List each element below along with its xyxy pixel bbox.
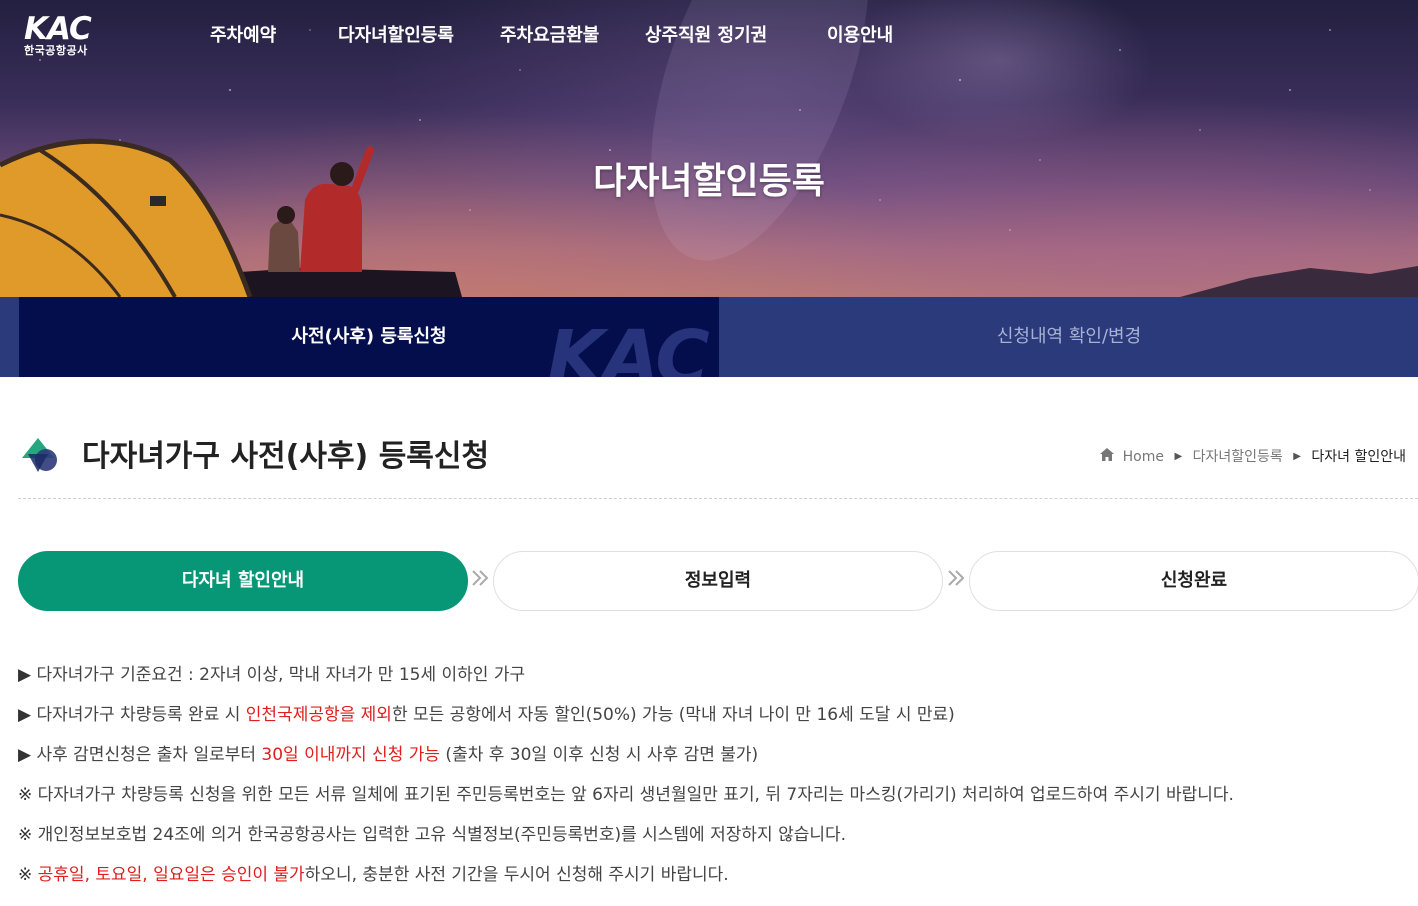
nav-item-parking-reservation[interactable]: 주차예약 (210, 24, 276, 48)
step-label: 신청완료 (1160, 570, 1228, 591)
tab-label-inactive: 신청내역 확인/변경 (996, 326, 1142, 347)
hills-shape (1180, 266, 1418, 297)
breadcrumb-arrow-icon: ▶ (1174, 451, 1183, 462)
nav-item-parking-refund[interactable]: 주차요금환불 (500, 24, 599, 48)
logo-mark: KAC (24, 11, 92, 47)
hero-title: 다자녀할인등록 (593, 161, 825, 202)
logo-subtext: 한국공항공사 (24, 44, 88, 57)
breadcrumb: Home ▶ 다자녀할인등록 ▶ 다자녀 할인안내 (1100, 446, 1406, 468)
sub-tab-bar: KAC 사전(사후) 등록신청 신청내역 확인/변경 (0, 297, 1418, 377)
highlight-text: 30일 이내까지 신청 가능 (261, 745, 441, 765)
notice-item: ※ 개인정보보호법 24조에 의거 한국공항공사는 입력한 고유 식별정보(주민… (18, 825, 847, 845)
double-chevron-icon (946, 568, 968, 594)
rock-shape (235, 268, 462, 297)
tab-pre-post-registration[interactable]: KAC 사전(사후) 등록신청 (19, 297, 719, 377)
breadcrumb-level1[interactable]: 다자녀할인등록 (1193, 446, 1283, 468)
page-header: 다자녀가구 사전(사후) 등록신청 Home ▶ 다자녀할인등록 ▶ 다자녀 할… (18, 430, 1408, 486)
nav-item-usage-guide[interactable]: 이용안내 (827, 24, 893, 48)
kac-logo[interactable]: KAC 한국공항공사 (24, 14, 110, 60)
home-icon[interactable] (1100, 446, 1115, 468)
step-info-input: 정보입력 (493, 551, 943, 611)
notice-item: ▶ 다자녀가구 차량등록 완료 시 인천국제공항을 제외한 모든 공항에서 자동… (18, 705, 955, 725)
hero-banner: KAC 한국공항공사 주차예약 다자녀할인등록 주차요금환불 상주직원 정기권 … (0, 0, 1418, 297)
nav-item-multichild-discount[interactable]: 다자녀할인등록 (338, 24, 454, 48)
nav-item-staff-pass[interactable]: 상주직원 정기권 (645, 24, 767, 48)
notice-item: ▶ 사후 감면신청은 출차 일로부터 30일 이내까지 신청 가능 (출차 후 … (18, 745, 759, 765)
highlight-text: 인천국제공항을 제외 (245, 705, 392, 725)
double-chevron-icon (470, 568, 492, 594)
page-logo-icon (22, 438, 57, 472)
notice-item: ※ 다자녀가구 차량등록 신청을 위한 모든 서류 일체에 표기된 주민등록번호… (18, 785, 1234, 805)
breadcrumb-arrow-icon: ▶ (1293, 451, 1301, 462)
step-discount-guide: 다자녀 할인안내 (18, 551, 468, 611)
child-figure (268, 219, 300, 272)
highlight-text: 공휴일, 토요일, 일요일은 승인이 불가 (37, 865, 305, 885)
step-label: 정보입력 (684, 570, 752, 591)
breadcrumb-home[interactable]: Home (1123, 446, 1164, 468)
header-divider (18, 498, 1418, 499)
page-title: 다자녀가구 사전(사후) 등록신청 (82, 439, 490, 474)
notice-item: ▶ 다자녀가구 기준요건 : 2자녀 이상, 막내 자녀가 만 15세 이하인 … (18, 665, 526, 685)
notice-item: ※ 공휴일, 토요일, 일요일은 승인이 불가하오니, 충분한 사전 기간을 두… (18, 865, 729, 885)
breadcrumb-current: 다자녀 할인안내 (1311, 449, 1406, 465)
tab-application-history[interactable]: 신청내역 확인/변경 (719, 297, 1418, 377)
tab-label-active: 사전(사후) 등록신청 (291, 326, 447, 347)
step-indicator: 다자녀 할인안내 정보입력 신청완료 (18, 551, 1418, 611)
step-complete: 신청완료 (969, 551, 1418, 611)
step-label: 다자녀 할인안내 (181, 570, 305, 591)
